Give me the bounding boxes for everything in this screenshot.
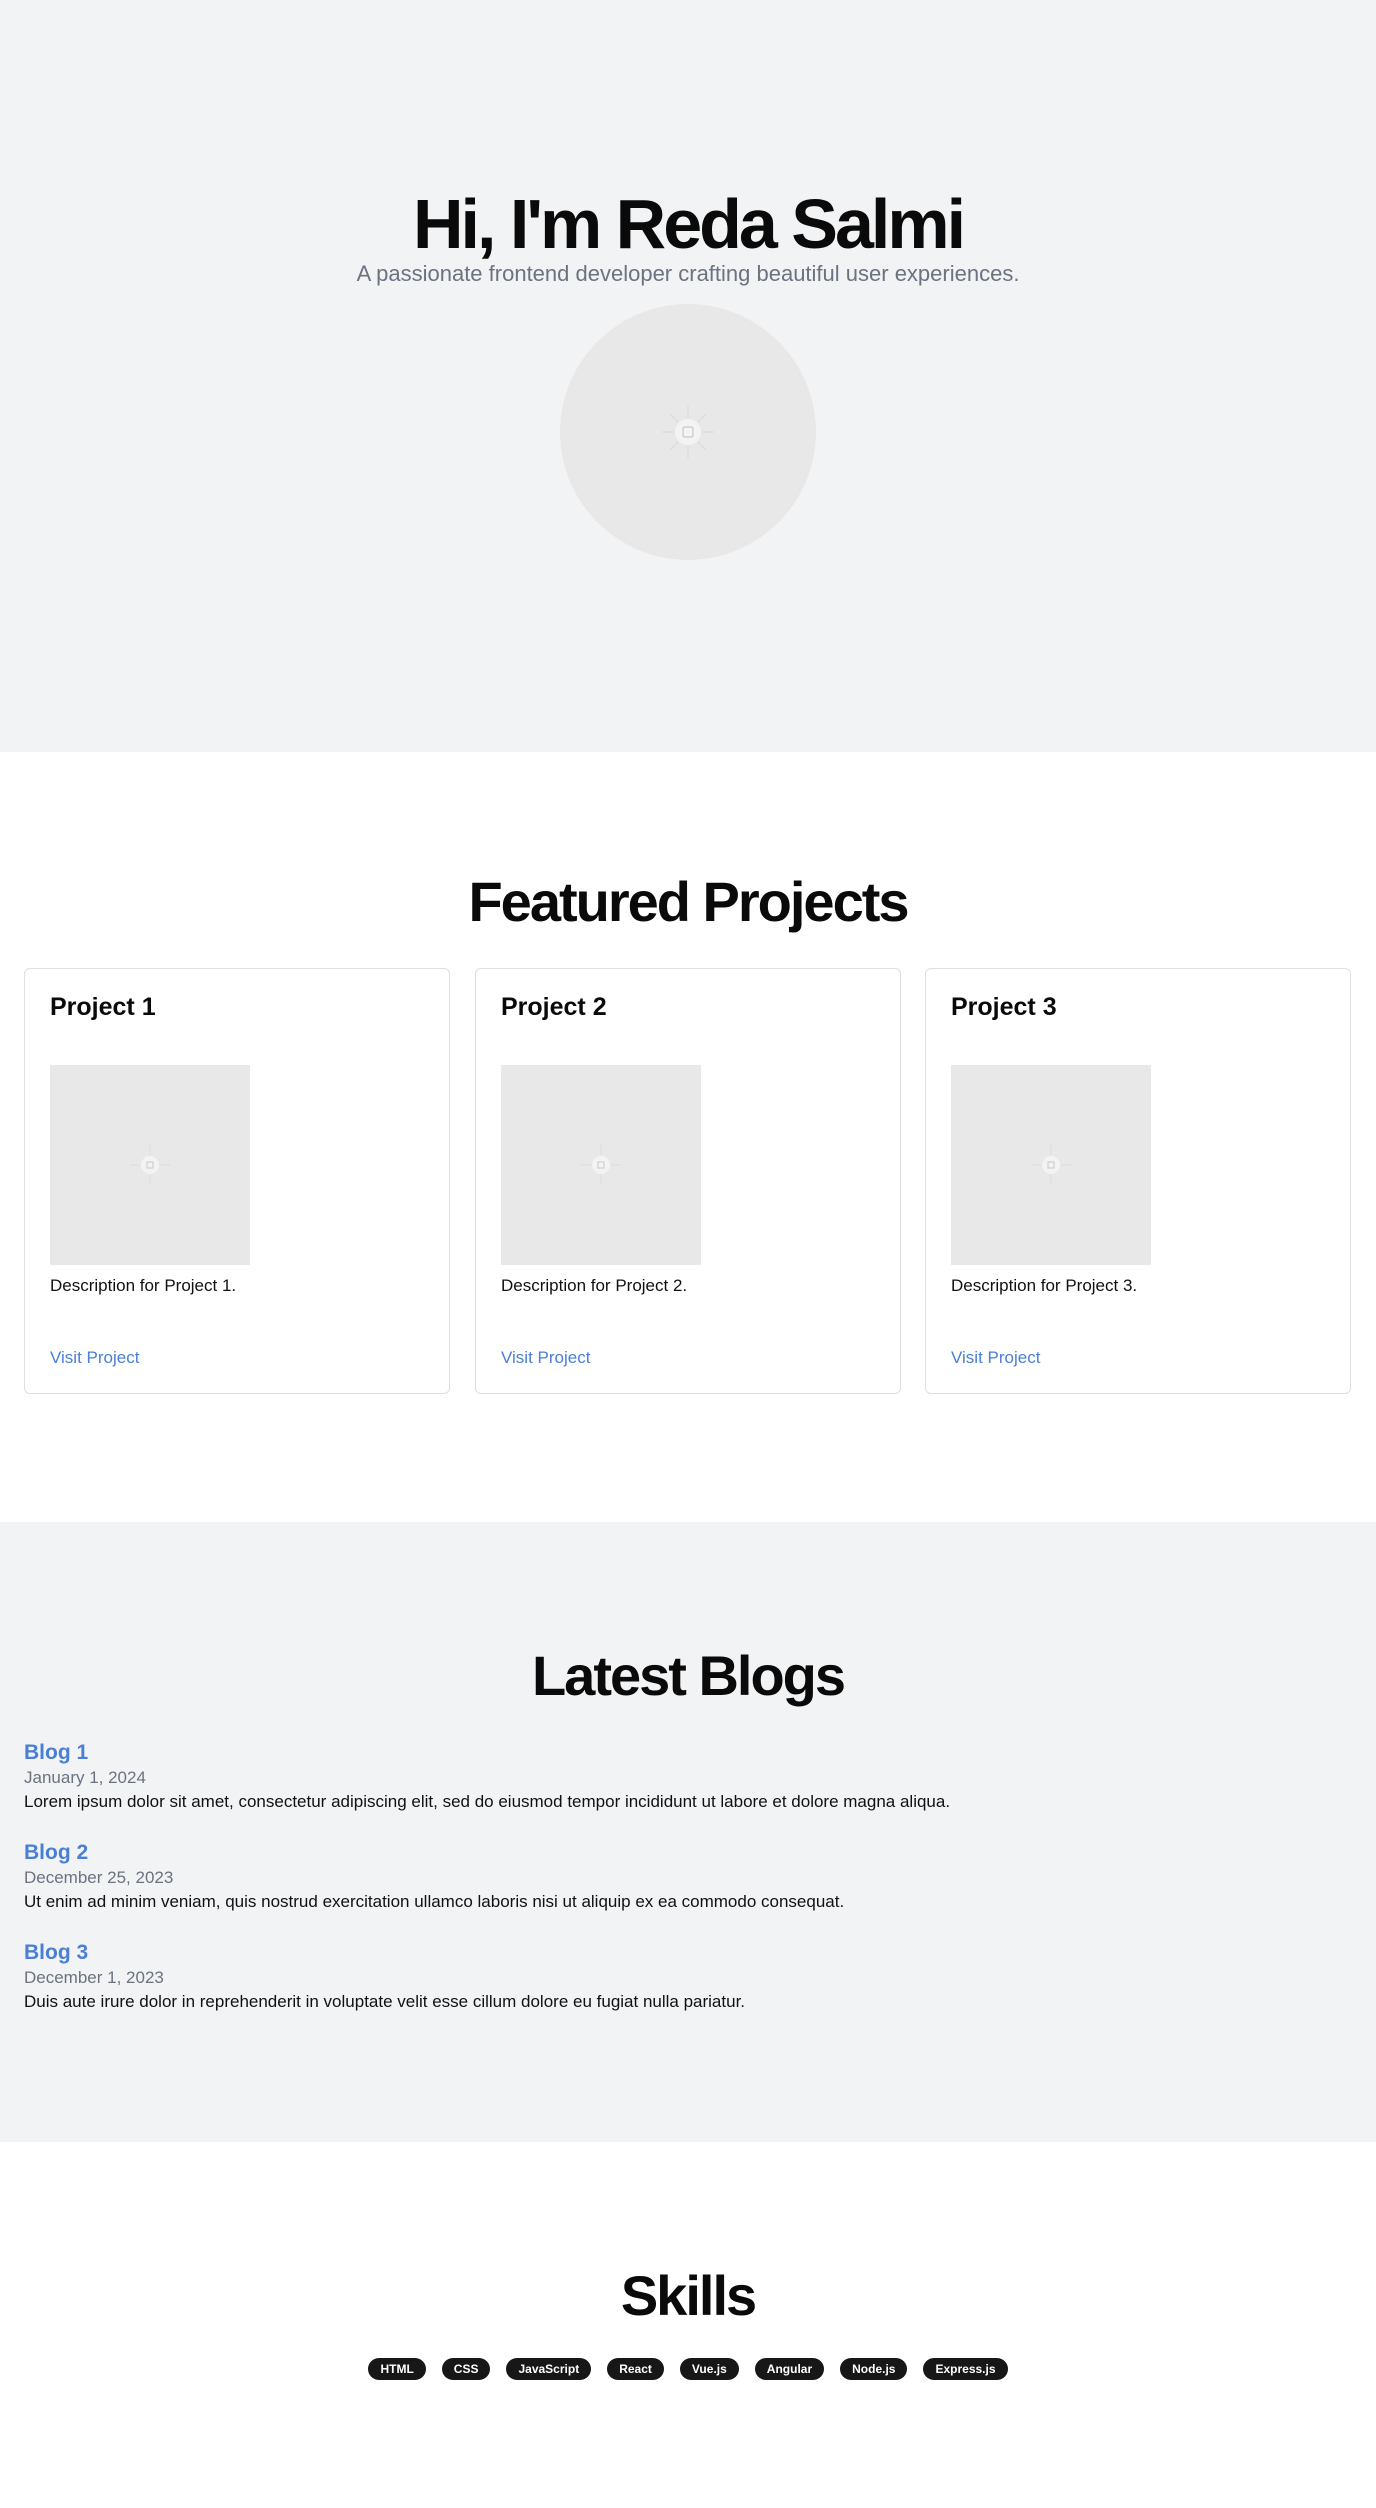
skill-badge: Angular [754,2358,825,2380]
blog-item: Blog 3 December 1, 2023 Duis aute irure … [24,1940,1344,2013]
project-card: Project 2 Description for Project 2. Vis… [475,968,901,1394]
blog-excerpt: Duis aute irure dolor in reprehenderit i… [24,1992,746,2011]
blog-title-link[interactable]: Blog 2 [24,1840,1344,1866]
visit-project-link[interactable]: Visit Project [951,1347,1040,1369]
skill-badge: Vue.js [679,2358,739,2380]
project-title: Project 3 [951,993,1057,1021]
blog-item: Blog 2 December 25, 2023 Ut enim ad mini… [24,1840,1344,1913]
project-description: Description for Project 2. [501,1276,688,1295]
visit-project-link[interactable]: Visit Project [501,1347,590,1369]
loading-icon [581,1145,621,1185]
hero-title: Hi, I'm Reda Salmi [412,185,966,263]
avatar-placeholder [560,304,816,560]
skill-badge: HTML [368,2358,426,2380]
blog-title-link[interactable]: Blog 1 [24,1740,1344,1766]
skill-badge: React [607,2358,664,2380]
loading-icon [1031,1145,1071,1185]
project-image-placeholder [951,1065,1151,1265]
skill-badge: CSS [441,2358,491,2380]
project-title: Project 2 [501,993,607,1021]
blog-title-link[interactable]: Blog 3 [24,1940,1344,1966]
skills-heading: Skills [620,2264,757,2327]
hero-section: Hi, I'm Reda Salmi A passionate frontend… [0,0,1376,752]
skill-badge: Express.js [923,2358,1008,2380]
project-image-placeholder [501,1065,701,1265]
project-description: Description for Project 1. [50,1276,237,1295]
project-card: Project 3 Description for Project 3. Vis… [925,968,1351,1394]
visit-project-link[interactable]: Visit Project [50,1347,139,1369]
blogs-section: Latest Blogs Blog 1 January 1, 2024 Lore… [0,1522,1376,2142]
blog-excerpt: Lorem ipsum dolor sit amet, consectetur … [24,1792,951,1811]
blogs-heading: Latest Blogs [531,1644,846,1707]
blog-item: Blog 1 January 1, 2024 Lorem ipsum dolor… [24,1740,1344,1813]
projects-heading: Featured Projects [468,870,909,933]
skill-badge: Node.js [840,2358,908,2380]
project-title: Project 1 [50,993,156,1021]
blog-date: December 25, 2023 [24,1868,174,1887]
loading-icon [662,406,714,458]
project-description: Description for Project 3. [951,1276,1138,1295]
loading-icon [130,1145,170,1185]
blog-date: December 1, 2023 [24,1968,164,1987]
blog-excerpt: Ut enim ad minim veniam, quis nostrud ex… [24,1892,845,1911]
project-card: Project 1 Description for Project 1. Vis… [24,968,450,1394]
hero-subtitle: A passionate frontend developer crafting… [356,261,1020,286]
blog-date: January 1, 2024 [24,1768,146,1787]
skills-list: HTML CSS JavaScript React Vue.js Angular… [0,2358,1376,2380]
project-image-placeholder [50,1065,250,1265]
skill-badge: JavaScript [506,2358,592,2380]
